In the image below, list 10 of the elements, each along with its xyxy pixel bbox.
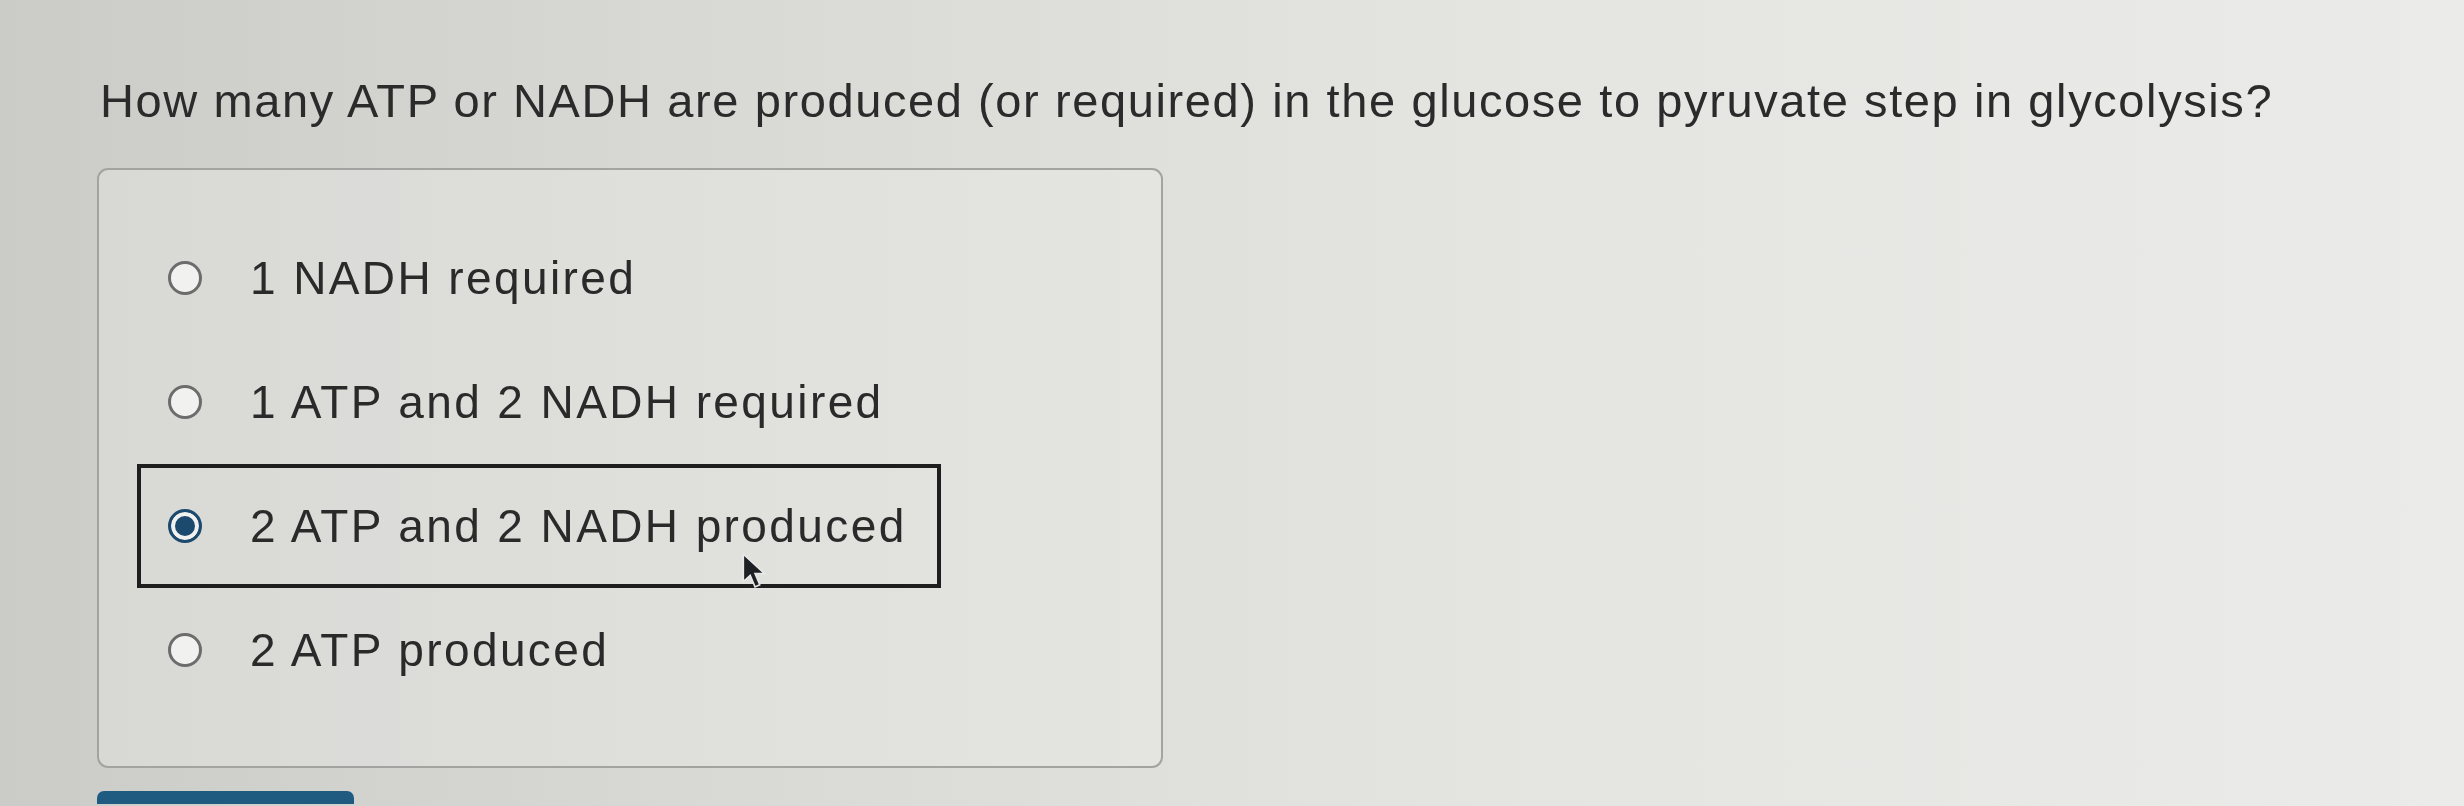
answer-option[interactable]: 1 ATP and 2 NADH required [137,340,918,464]
radio-button[interactable] [168,509,202,543]
answer-option[interactable]: 2 ATP and 2 NADH produced [137,464,941,588]
radio-button[interactable] [168,385,202,419]
answer-option[interactable]: 2 ATP produced [137,588,644,712]
question-text: How many ATP or NADH are produced (or required) in the glucose to pyruvate step in glycolysis? [100,73,2274,129]
radio-button[interactable] [168,261,202,295]
cursor-icon [742,553,768,589]
radio-button[interactable] [168,633,202,667]
answer-option[interactable]: 1 NADH required [137,216,671,340]
